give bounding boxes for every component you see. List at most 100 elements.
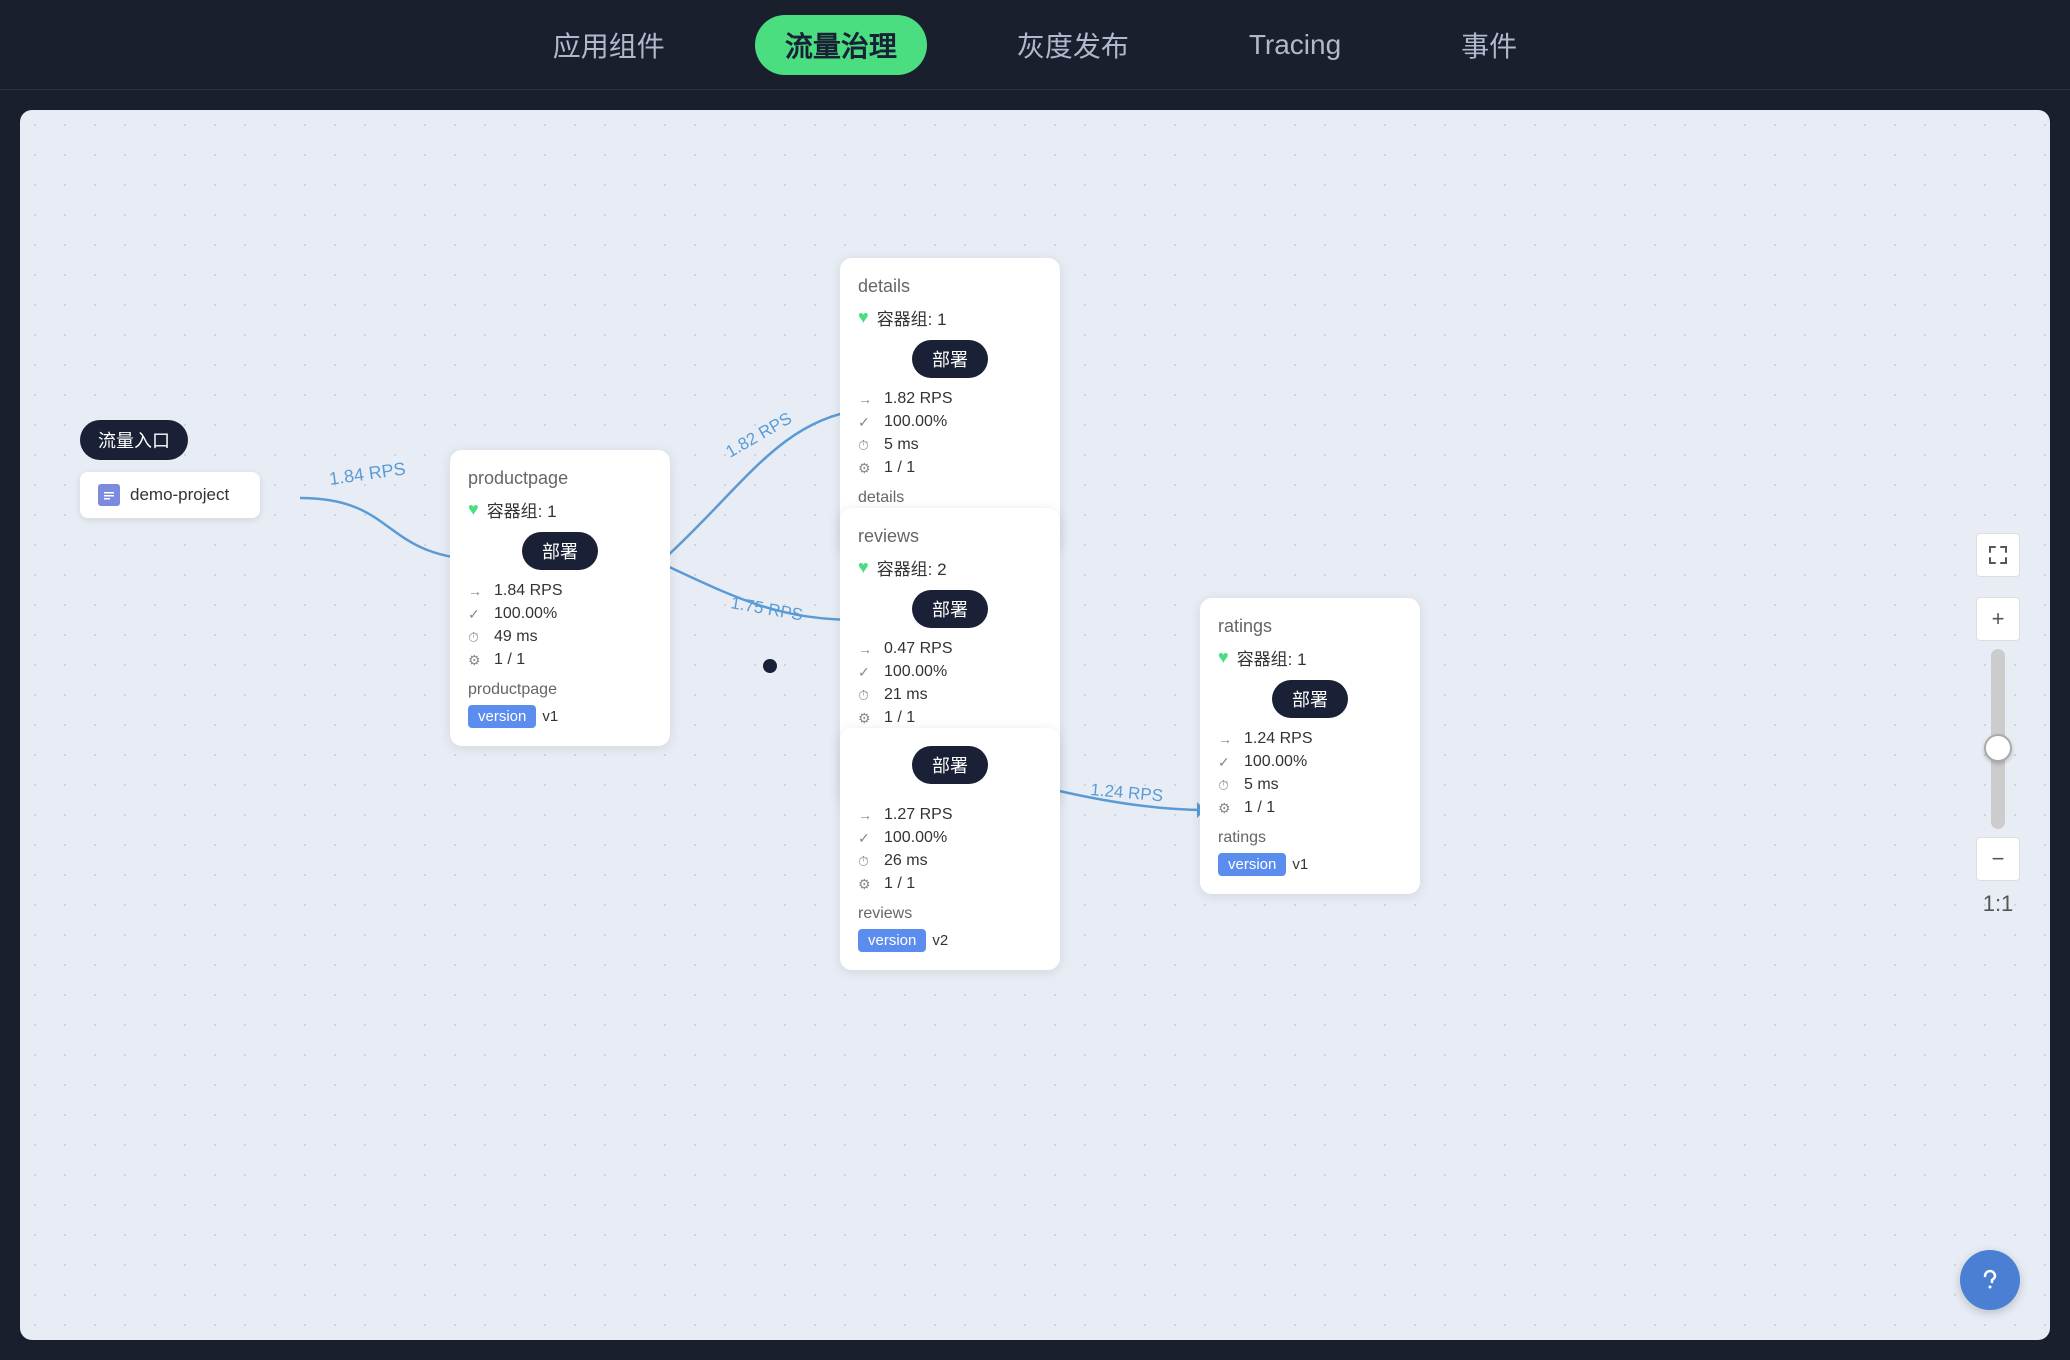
reviews2-success: 100.00%	[884, 829, 947, 847]
productpage-pods-row: ⚙ 1 / 1	[468, 651, 652, 669]
ratings-success: 100.00%	[1244, 753, 1307, 771]
reviews1-container: 容器组: 2	[877, 555, 947, 580]
reviews2-stats: → 1.27 RPS ✓ 100.00% ⏱ 26 ms ⚙ 1 / 1	[858, 806, 1042, 893]
details-deploy-badge: 部署	[912, 340, 988, 378]
nav-item-canary[interactable]: 灰度发布	[987, 15, 1159, 75]
reviews2-version-container: version v2	[858, 929, 1042, 952]
productpage-latency-row: ⏱ 49 ms	[468, 628, 652, 646]
productpage-header: ♥ 容器组: 1	[468, 497, 652, 522]
details-latency-row: ⏱ 5 ms	[858, 436, 1042, 454]
entry-badge: 流量入口	[80, 420, 188, 460]
reviews1-pods-row: ⚙ 1 / 1	[858, 709, 1042, 727]
reviews1-latency-row: ⏱ 21 ms	[858, 686, 1042, 704]
ratings-version-key: version	[1218, 853, 1286, 876]
productpage-success-row: ✓ 100.00%	[468, 605, 652, 623]
details-container: 容器组: 1	[877, 305, 947, 330]
reviews2-pods: 1 / 1	[884, 875, 915, 893]
zoom-out-button[interactable]: −	[1976, 837, 2020, 881]
nav-item-traffic[interactable]: 流量治理	[755, 15, 927, 75]
ratings-rps: 1.24 RPS	[1244, 730, 1312, 748]
reviews2-pods-row: ⚙ 1 / 1	[858, 875, 1042, 893]
reviews1-latency: 21 ms	[884, 686, 928, 704]
ratings-container: 容器组: 1	[1237, 645, 1307, 670]
ratings-success-row: ✓ 100.00%	[1218, 753, 1402, 771]
reviews2-success-row: ✓ 100.00%	[858, 829, 1042, 847]
ratings-footer-label: ratings	[1218, 829, 1402, 847]
reviews1-rps-row: → 0.47 RPS	[858, 640, 1042, 658]
zoom-controls: + − 1:1	[1976, 533, 2020, 917]
details-stats: → 1.82 RPS ✓ 100.00% ⏱ 5 ms ⚙ 1 / 1	[858, 390, 1042, 477]
reviews1-header: ♥ 容器组: 2	[858, 555, 1042, 580]
reviews2-deploy-badge: 部署	[912, 746, 988, 784]
ratings-node[interactable]: ratings ♥ 容器组: 1 部署 → 1.24 RPS ✓ 100.00%…	[1200, 598, 1420, 894]
svg-text:1.84 RPS: 1.84 RPS	[328, 458, 407, 489]
entry-card[interactable]: demo-project	[80, 472, 260, 518]
entry-node: 流量入口 demo-project	[80, 420, 260, 518]
zoom-in-button[interactable]: +	[1976, 597, 2020, 641]
ratings-pods-row: ⚙ 1 / 1	[1218, 799, 1402, 817]
ratings-latency: 5 ms	[1244, 776, 1279, 794]
details-rps: 1.82 RPS	[884, 390, 952, 408]
details-pods: 1 / 1	[884, 459, 915, 477]
zoom-slider[interactable]	[1991, 649, 2005, 829]
ratings-header: ♥ 容器组: 1	[1218, 645, 1402, 670]
productpage-version-key: version	[468, 705, 536, 728]
ratings-pods: 1 / 1	[1244, 799, 1275, 817]
nav-item-events[interactable]: 事件	[1431, 15, 1547, 75]
zoom-ratio-display: 1:1	[1983, 891, 2014, 917]
reviews1-success-row: ✓ 100.00%	[858, 663, 1042, 681]
reviews1-title: reviews	[858, 526, 1042, 547]
productpage-rps-row: → 1.84 RPS	[468, 582, 652, 600]
productpage-latency: 49 ms	[494, 628, 538, 646]
details-header: ♥ 容器组: 1	[858, 305, 1042, 330]
ratings-footer: ratings version v1	[1218, 829, 1402, 876]
reviews1-deploy-badge: 部署	[912, 590, 988, 628]
details-success-row: ✓ 100.00%	[858, 413, 1042, 431]
ratings-rps-row: → 1.24 RPS	[1218, 730, 1402, 748]
reviews2-node[interactable]: 部署 → 1.27 RPS ✓ 100.00% ⏱ 26 ms ⚙ 1 / 1	[840, 728, 1060, 970]
top-navigation: 应用组件 流量治理 灰度发布 Tracing 事件	[0, 0, 2070, 90]
svg-text:1.24 RPS: 1.24 RPS	[1090, 780, 1164, 805]
reviews2-latency: 26 ms	[884, 852, 928, 870]
ratings-version-val: v1	[1292, 856, 1308, 873]
reviews2-latency-row: ⏱ 26 ms	[858, 852, 1042, 870]
productpage-title: productpage	[468, 468, 652, 489]
details-latency: 5 ms	[884, 436, 919, 454]
reviews2-version-val: v2	[932, 932, 948, 949]
zoom-expand-button[interactable]	[1976, 533, 2020, 577]
ratings-latency-row: ⏱ 5 ms	[1218, 776, 1402, 794]
details-rps-row: → 1.82 RPS	[858, 390, 1042, 408]
productpage-version-container: version v1	[468, 705, 652, 728]
reviews2-footer-label: reviews	[858, 905, 1042, 923]
productpage-pods: 1 / 1	[494, 651, 525, 669]
zoom-handle[interactable]	[1984, 734, 2012, 762]
productpage-rps: 1.84 RPS	[494, 582, 562, 600]
productpage-deploy-badge: 部署	[522, 532, 598, 570]
nav-item-apps[interactable]: 应用组件	[523, 15, 695, 75]
productpage-footer: productpage version v1	[468, 681, 652, 728]
ratings-health-icon: ♥	[1218, 647, 1229, 668]
details-pods-row: ⚙ 1 / 1	[858, 459, 1042, 477]
productpage-success: 100.00%	[494, 605, 557, 623]
ratings-stats: → 1.24 RPS ✓ 100.00% ⏱ 5 ms ⚙ 1 / 1	[1218, 730, 1402, 817]
reviews1-success: 100.00%	[884, 663, 947, 681]
details-title: details	[858, 276, 1042, 297]
nav-item-tracing[interactable]: Tracing	[1219, 19, 1371, 71]
reviews2-version-key: version	[858, 929, 926, 952]
details-success: 100.00%	[884, 413, 947, 431]
productpage-version-val: v1	[542, 708, 558, 725]
reviews2-rps: 1.27 RPS	[884, 806, 952, 824]
productpage-footer-label: productpage	[468, 681, 652, 699]
ratings-deploy-badge: 部署	[1272, 680, 1348, 718]
svg-text:1.82 RPS: 1.82 RPS	[723, 409, 796, 462]
main-content: 1.84 RPS 1.82 RPS 1.75 RPS 1.24 RPS 流量入口	[20, 110, 2050, 1340]
productpage-health-icon: ♥	[468, 499, 479, 520]
reviews1-stats: → 0.47 RPS ✓ 100.00% ⏱ 21 ms ⚙ 1 / 1	[858, 640, 1042, 727]
topology-canvas: 1.84 RPS 1.82 RPS 1.75 RPS 1.24 RPS 流量入口	[20, 110, 2050, 1340]
details-health-icon: ♥	[858, 307, 869, 328]
reviews2-rps-row: → 1.27 RPS	[858, 806, 1042, 824]
svg-text:1.75 RPS: 1.75 RPS	[729, 593, 804, 624]
help-button[interactable]	[1960, 1250, 2020, 1310]
productpage-node[interactable]: productpage ♥ 容器组: 1 部署 → 1.84 RPS ✓ 100…	[450, 450, 670, 746]
entry-project: demo-project	[130, 485, 229, 505]
